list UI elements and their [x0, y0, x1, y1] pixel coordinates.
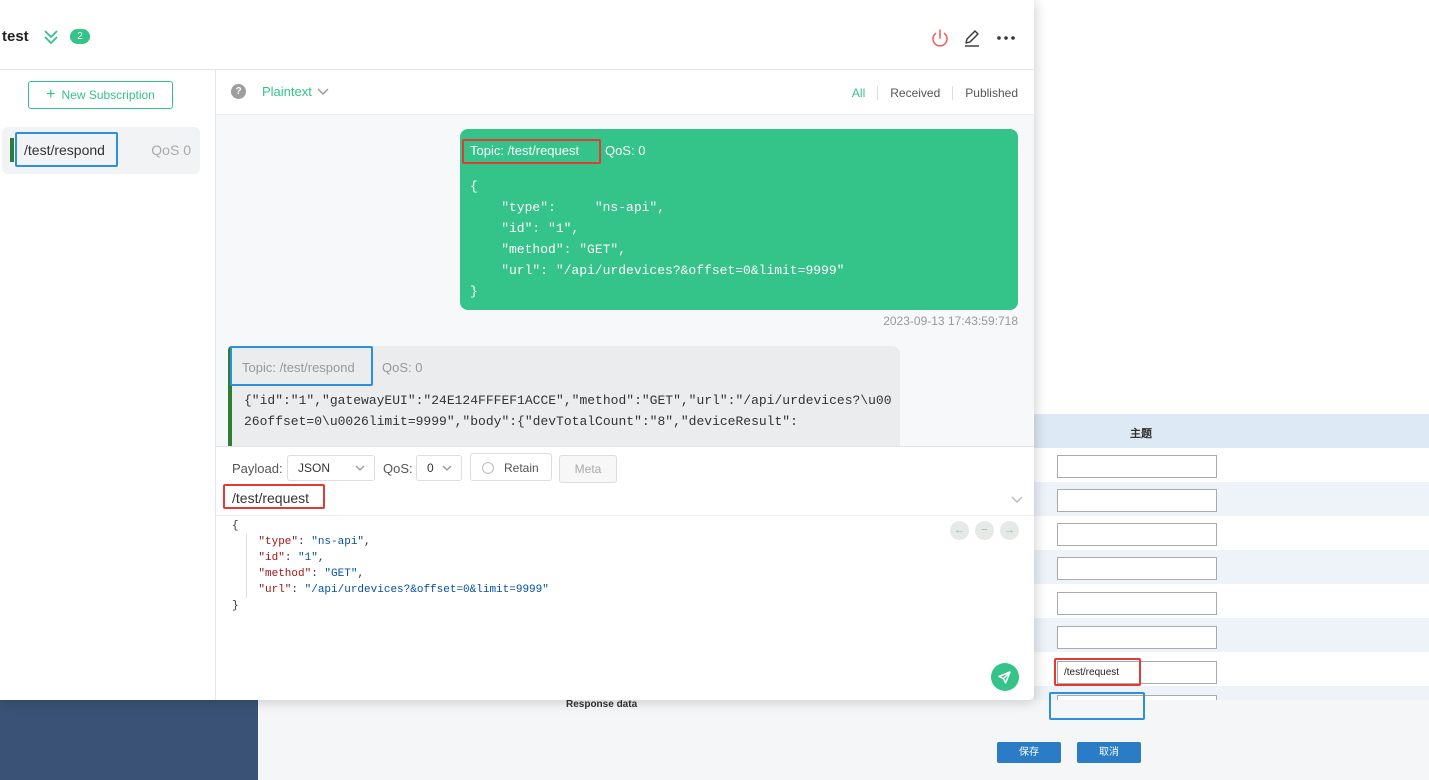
chevron-down-icon — [442, 465, 452, 471]
json-key: "type" — [258, 536, 299, 548]
topic-field[interactable] — [1057, 557, 1217, 580]
payload-label: Payload: — [232, 461, 283, 476]
filter-received-tab[interactable]: Received — [877, 86, 952, 100]
received-message-topic: Topic: /test/respond — [242, 360, 355, 375]
retain-checkbox[interactable]: Retain — [470, 453, 552, 481]
filter-all-tab[interactable]: All — [840, 86, 877, 100]
connection-header: test 2 — [0, 0, 1034, 70]
new-subscription-label: New Subscription — [61, 88, 155, 102]
topic-field[interactable] — [1057, 455, 1217, 478]
response-data-label: Response data — [566, 699, 638, 710]
new-subscription-button[interactable]: + New Subscription — [28, 81, 173, 109]
cancel-button[interactable]: 取消 — [1077, 742, 1141, 763]
arrow-left-icon[interactable]: ← — [950, 521, 969, 540]
topic-field[interactable] — [1057, 592, 1217, 615]
json-value: "GET" — [324, 568, 358, 580]
subscription-sidebar: + New Subscription /test/respond QoS 0 — [0, 70, 216, 700]
meta-button[interactable]: Meta — [559, 455, 617, 483]
chevron-down-icon — [355, 465, 365, 471]
send-icon — [998, 671, 1011, 684]
message-timestamp: 2023-09-13 17:43:59:718 — [883, 314, 1018, 328]
json-value: "/api/urdevices?&offset=0&limit=9999" — [304, 584, 549, 596]
json-key: "id" — [258, 552, 285, 564]
qos-label: QoS: — [383, 461, 413, 476]
connection-name: test — [2, 28, 29, 45]
json-key: "url" — [258, 584, 292, 596]
message-panel: ? Plaintext All Received Published Topic… — [216, 70, 1034, 700]
power-icon[interactable] — [929, 27, 951, 49]
published-message-payload: { "type": "ns-api", "id": "1", "method":… — [470, 179, 845, 299]
subscription-item[interactable]: /test/respond QoS 0 — [2, 127, 200, 174]
connection-count-badge: 2 — [70, 29, 90, 44]
retain-radio-icon — [482, 462, 494, 474]
minus-icon[interactable]: − — [975, 521, 994, 540]
received-message-payload: {"id":"1","gatewayEUI":"24E124FFFEF1ACCE… — [244, 393, 892, 429]
payload-type-value: JSON — [298, 461, 331, 475]
message-toolbar: ? Plaintext All Received Published — [216, 70, 1034, 115]
filter-published-tab[interactable]: Published — [952, 86, 1018, 100]
subscription-qos: QoS 0 — [151, 142, 191, 158]
message-filter-tabs: All Received Published — [840, 86, 1018, 100]
qos-value: 0 — [427, 461, 434, 475]
plus-icon: + — [46, 86, 56, 103]
received-message[interactable]: Topic: /test/respond QoS: 0 {"id":"1","g… — [228, 346, 900, 446]
editor-line: } — [232, 600, 239, 612]
qos-select[interactable]: 0 — [416, 455, 462, 481]
arrow-right-icon[interactable]: → — [1000, 521, 1019, 540]
navy-panel — [0, 700, 258, 780]
table-header-topic: 主题 — [1130, 428, 1152, 440]
received-message-color-bar — [228, 346, 232, 446]
topic-field[interactable] — [1057, 523, 1217, 546]
topic-field[interactable] — [1057, 626, 1217, 649]
published-message-topic: Topic: /test/request — [470, 143, 580, 158]
help-icon[interactable]: ? — [231, 84, 246, 99]
json-value: "1" — [298, 552, 318, 564]
editor-line: "type": "ns-api", — [258, 536, 371, 548]
more-icon[interactable] — [995, 27, 1017, 49]
table-header: 主题 — [1034, 414, 1429, 448]
subscription-color-bar — [10, 138, 14, 162]
editor-line: "method": "GET", — [258, 568, 365, 580]
json-key: "method" — [258, 568, 312, 580]
send-button[interactable] — [991, 663, 1019, 691]
topic-field[interactable] — [1057, 489, 1217, 512]
request-topic-field[interactable]: /test/request — [1057, 661, 1217, 684]
published-message-qos: QoS: 0 — [605, 143, 646, 158]
editor-line: "url": "/api/urdevices?&offset=0&limit=9… — [258, 584, 549, 596]
payload-format-select[interactable]: Plaintext — [262, 84, 312, 99]
form-footer-area — [258, 700, 1429, 780]
payload-type-select[interactable]: JSON — [287, 455, 375, 481]
published-message[interactable]: Topic: /test/request QoS: 0 { "type": "n… — [460, 129, 1018, 310]
json-value: "ns-api" — [311, 536, 365, 548]
publish-composer: Payload: JSON QoS: 0 Retain Meta /test/r… — [216, 446, 1034, 700]
mqtt-client-window: test 2 + New Subscription /test/respond … — [0, 0, 1034, 700]
received-message-qos: QoS: 0 — [382, 360, 423, 375]
subscription-topic: /test/respond — [24, 142, 105, 158]
indent-guide — [246, 534, 247, 598]
chevron-down-icon[interactable] — [316, 84, 330, 98]
retain-label: Retain — [504, 461, 539, 475]
message-list[interactable]: Topic: /test/request QoS: 0 { "type": "n… — [216, 115, 1034, 446]
edit-icon[interactable] — [961, 27, 983, 49]
payload-editor[interactable]: { "type": "ns-api", "id": "1", "method":… — [232, 518, 549, 614]
double-chevron-down-icon[interactable] — [42, 28, 60, 46]
editor-line: "id": "1", — [258, 552, 325, 564]
chevron-down-icon[interactable] — [1010, 492, 1024, 506]
publish-topic-input[interactable]: /test/request — [232, 490, 309, 506]
divider — [216, 515, 1034, 516]
save-button[interactable]: 保存 — [997, 742, 1061, 763]
editor-line: { — [232, 520, 239, 532]
